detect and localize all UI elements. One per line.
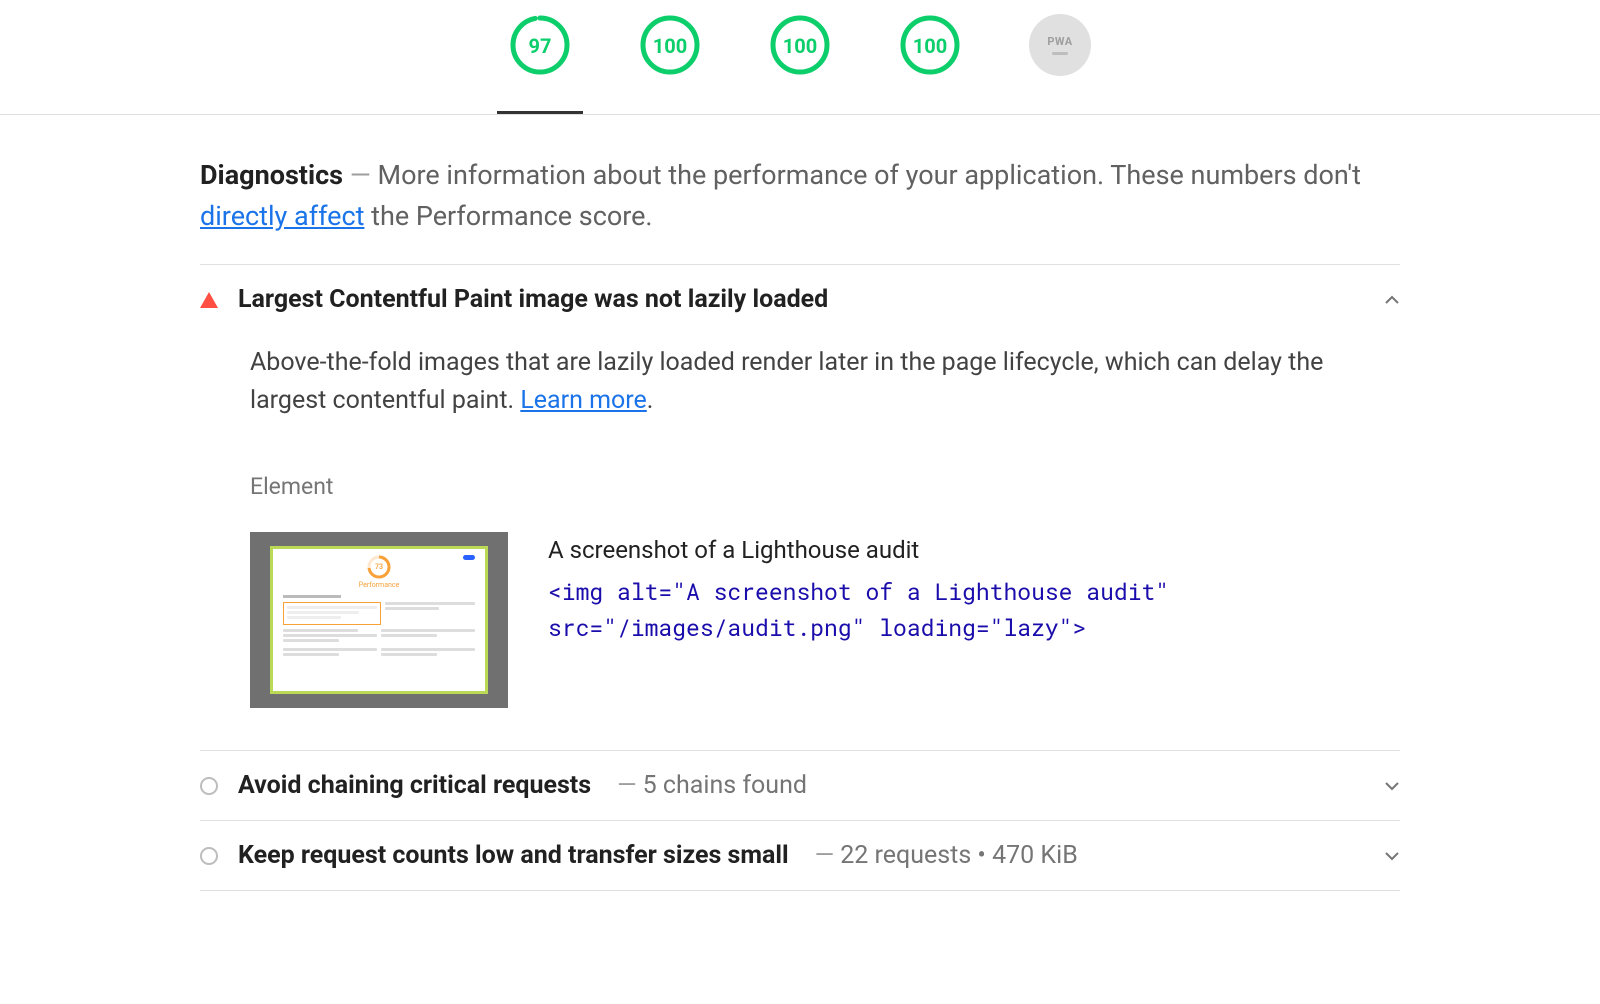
audit-header[interactable]: Largest Contentful Paint image was not l… [200,285,1400,314]
audit-subtitle: 5 chains found [643,771,807,800]
audit-header[interactable]: Avoid chaining critical requests —5 chai… [200,771,1400,800]
audit-subtitle: 22 requests • 470 KiB [840,841,1078,870]
chevron-up-icon [1384,292,1400,308]
info-circle-icon [200,847,218,865]
audit-title: Largest Contentful Paint image was not l… [238,285,828,314]
learn-more-link[interactable]: Learn more [520,386,646,415]
svg-text:100: 100 [913,34,947,58]
score-tab-seo[interactable]: 100 [887,14,973,94]
diagnostics-title: Diagnostics [200,159,343,191]
audit-body: Above-the-fold images that are lazily lo… [200,314,1400,730]
element-label: Element [250,473,1400,500]
score-tab-pwa[interactable]: PWA [1017,14,1103,94]
audit-title: Keep request counts low and transfer siz… [238,841,789,870]
score-tab-best-practices[interactable]: 100 [757,14,843,94]
diagnostics-header: Diagnostics — More information about the… [200,155,1400,265]
score-tab-accessibility[interactable]: 100 [627,14,713,94]
audit-lcp-lazy: Largest Contentful Paint image was not l… [200,265,1400,751]
audit-request-counts: Keep request counts low and transfer siz… [200,821,1400,891]
diagnostics-desc-after: the Performance score. [364,200,652,232]
svg-text:97: 97 [529,34,552,58]
gauge-icon: 100 [639,14,701,76]
audit-chain-requests: Avoid chaining critical requests —5 chai… [200,751,1400,821]
audit-description: Above-the-fold images that are lazily lo… [250,344,1400,419]
info-circle-icon [200,777,218,795]
diagnostics-desc: More information about the performance o… [378,159,1361,191]
svg-text:100: 100 [653,34,687,58]
svg-text:73: 73 [375,563,383,571]
score-tab-performance[interactable]: 97 [497,14,583,94]
element-thumbnail: 73 Performance [250,532,508,708]
scores-bar: 97 100 100 100 PWA [0,0,1600,115]
audit-header[interactable]: Keep request counts low and transfer siz… [200,841,1400,870]
chevron-down-icon [1384,778,1400,794]
main-content: Diagnostics — More information about the… [180,115,1420,891]
diagnostics-link[interactable]: directly affect [200,200,364,232]
pwa-badge-icon: PWA [1029,14,1091,76]
element-caption: A screenshot of a Lighthouse audit [548,532,1400,569]
element-code: <img alt="A screenshot of a Lighthouse a… [548,575,1400,646]
pwa-label: PWA [1047,35,1072,48]
gauge-icon: 97 [509,14,571,76]
svg-text:100: 100 [783,34,817,58]
element-row: 73 Performance [250,532,1400,720]
audit-title: Avoid chaining critical requests [238,771,591,800]
chevron-down-icon [1384,848,1400,864]
element-info: A screenshot of a Lighthouse audit <img … [548,532,1400,646]
gauge-icon: 100 [899,14,961,76]
warning-triangle-icon [200,292,218,308]
gauge-icon: 100 [769,14,831,76]
